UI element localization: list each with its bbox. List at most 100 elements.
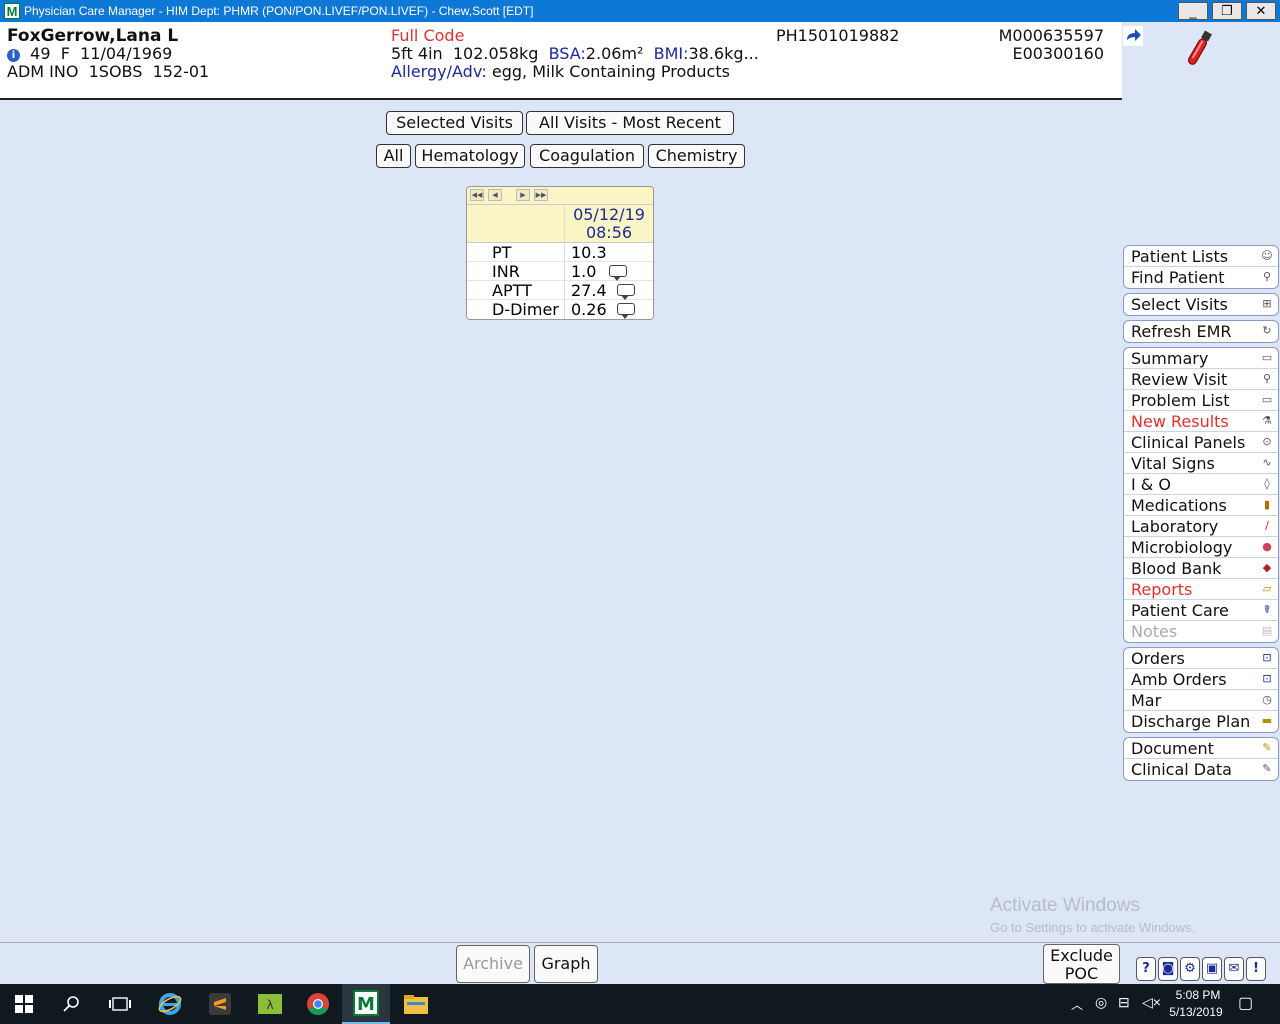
sidebar-item-discharge-plan[interactable]: Discharge Plan ▬: [1124, 711, 1278, 732]
petri-dish-icon: ●: [1262, 540, 1272, 553]
code-status: Full Code: [391, 26, 465, 45]
settings-icon[interactable]: ⚙: [1180, 957, 1200, 981]
sidebar-item-reports[interactable]: Reports ▱: [1124, 579, 1278, 600]
selected-visits-button[interactable]: Selected Visits: [386, 111, 523, 135]
close-button[interactable]: ✕: [1246, 2, 1276, 20]
help-button[interactable]: ?: [1136, 957, 1156, 981]
test-tube-icon: [1184, 28, 1214, 70]
patient-bmi: 38.6kg...: [688, 44, 759, 63]
patient-clinical: Full Code 5ft 4in 102.058kg BSA:2.06m² B…: [391, 27, 759, 81]
sidebar-item-clinical-panels[interactable]: Clinical Panels ⊙: [1124, 432, 1278, 453]
report-icon: ▱: [1262, 582, 1272, 595]
filter-chemistry-button[interactable]: Chemistry: [648, 144, 745, 168]
filter-coagulation-button[interactable]: Coagulation: [530, 144, 644, 168]
sidebar-item-notes[interactable]: Notes ▤: [1124, 621, 1278, 642]
lock-icon[interactable]: ▣: [1202, 957, 1222, 981]
sublime-text-icon[interactable]: [196, 984, 244, 1024]
patient-sex: F: [60, 44, 70, 63]
archive-button[interactable]: Archive: [456, 945, 530, 983]
sidebar-group-orders: Orders ⊡ Amb Orders ⊡ Mar ◷ Discharge Plan ▬: [1123, 647, 1279, 733]
message-icon[interactable]: ✉: [1224, 957, 1244, 981]
tray-sync-icon[interactable]: ◎: [1095, 994, 1107, 1011]
comment-icon[interactable]: [617, 303, 635, 319]
sidebar-item-orders[interactable]: Orders ⊡: [1124, 648, 1278, 669]
collection-time: 08:56: [585, 223, 633, 242]
person-icon: ☤: [1263, 603, 1271, 616]
app-logo-icon: M: [4, 3, 20, 19]
volume-muted-icon[interactable]: ◁×: [1142, 994, 1161, 1011]
test-value: 10.3: [571, 243, 607, 262]
sidebar-item-amb-orders[interactable]: Amb Orders ⊡: [1124, 669, 1278, 690]
last-page-icon[interactable]: ▶▶: [534, 189, 548, 201]
comment-icon[interactable]: [609, 265, 627, 281]
app-launcher-icon[interactable]: λ: [246, 984, 294, 1024]
exclude-poc-button[interactable]: Exclude POC: [1043, 944, 1120, 984]
sidebar-item-new-results[interactable]: New Results ⚗: [1124, 411, 1278, 432]
sidebar-item-summary[interactable]: Summary ▭: [1124, 348, 1278, 369]
sidebar-group-chart: Summary ▭ Review Visit ⚲ Problem List ▭ New…: [1123, 347, 1279, 643]
patient-ids: M000635597 E00300160: [999, 27, 1104, 63]
sidebar-item-mar[interactable]: Mar ◷: [1124, 690, 1278, 711]
table-row[interactable]: PT 10.3: [467, 243, 653, 262]
refresh-icon: ↻: [1262, 324, 1272, 337]
sidebar-item-medications[interactable]: Medications ▮: [1124, 495, 1278, 516]
sidebar-item-document[interactable]: Document ✎: [1124, 738, 1278, 759]
info-icon[interactable]: i: [7, 49, 20, 62]
pulse-icon: ∿: [1262, 456, 1272, 469]
tray-chevron-icon[interactable]: ︿: [1071, 996, 1083, 1013]
table-row[interactable]: INR 1.0: [467, 262, 653, 281]
table-row[interactable]: APTT 27.4: [467, 281, 653, 300]
folder-icon: ▭: [1261, 393, 1273, 406]
sidebar-item-microbiology[interactable]: Microbiology ●: [1124, 537, 1278, 558]
camera-icon[interactable]: ◙: [1158, 957, 1178, 981]
filter-hematology-button[interactable]: Hematology: [415, 144, 525, 168]
all-visits-most-recent-button[interactable]: All Visits - Most Recent: [526, 111, 734, 135]
sidebar-item-find-patient[interactable]: Find Patient ⚲: [1124, 267, 1278, 288]
network-icon[interactable]: ⊟: [1118, 994, 1130, 1011]
svg-text:λ: λ: [266, 998, 273, 1012]
start-icon[interactable]: [0, 984, 48, 1024]
file-explorer-icon[interactable]: [392, 984, 440, 1024]
taskbar-time[interactable]: 5:08 PM: [1170, 988, 1226, 1002]
filter-all-button[interactable]: All: [376, 144, 411, 168]
meditech-icon[interactable]: M: [342, 984, 390, 1024]
chrome-icon[interactable]: [294, 984, 342, 1024]
main-panel: Selected Visits All Visits - Most Recent…: [2, 102, 1120, 940]
patient-location: 1SOBS: [88, 62, 143, 81]
minimize-button[interactable]: _: [1178, 2, 1208, 20]
sidebar-item-clinical-data[interactable]: Clinical Data ✎: [1124, 759, 1278, 780]
amb-orders-icon: ⊡: [1262, 672, 1272, 685]
sidebar-item-problem-list[interactable]: Problem List ▭: [1124, 390, 1278, 411]
encounter-number: E00300160: [1012, 44, 1104, 63]
search-icon[interactable]: [48, 984, 96, 1024]
test-name: INR: [467, 262, 565, 281]
comment-icon[interactable]: [617, 284, 635, 300]
next-page-icon[interactable]: ▶: [516, 189, 530, 201]
internet-explorer-icon[interactable]: [146, 984, 194, 1024]
sidebar-item-select-visits[interactable]: Select Visits ⊞: [1124, 294, 1278, 315]
sidebar-group-documentation: Document ✎ Clinical Data ✎: [1123, 737, 1279, 781]
sidebar-item-vital-signs[interactable]: Vital Signs ∿: [1124, 453, 1278, 474]
prev-page-icon[interactable]: ◀: [488, 189, 502, 201]
restore-button[interactable]: ❐: [1212, 2, 1242, 20]
first-page-icon[interactable]: ◀◀: [470, 189, 484, 201]
graph-button[interactable]: Graph: [534, 945, 598, 983]
task-view-icon[interactable]: [96, 984, 144, 1024]
sidebar-item-i-and-o[interactable]: I & O ◊: [1124, 474, 1278, 495]
table-row[interactable]: D-Dimer 0.26: [467, 300, 653, 319]
patient-dob: 11/04/1969: [80, 44, 173, 63]
alert-button[interactable]: !: [1246, 957, 1266, 981]
sidebar-item-laboratory[interactable]: Laboratory ∕: [1124, 516, 1278, 537]
taskbar-date[interactable]: 5/13/2019: [1166, 1005, 1226, 1019]
sidebar-item-review-visit[interactable]: Review Visit ⚲: [1124, 369, 1278, 390]
forward-arrow-icon[interactable]: [1123, 26, 1145, 46]
sidebar-item-blood-bank[interactable]: Blood Bank ◆: [1124, 558, 1278, 579]
notifications-icon[interactable]: ▢: [1238, 993, 1253, 1013]
collection-datetime[interactable]: 05/12/19 08:56: [565, 205, 653, 242]
sidebar-item-patient-lists[interactable]: Patient Lists ☺: [1124, 246, 1278, 267]
sidebar-item-patient-care[interactable]: Patient Care ☤: [1124, 600, 1278, 621]
patient-weight: 102.058kg: [452, 44, 539, 63]
select-visits-icon: ⊞: [1262, 297, 1272, 310]
sidebar-item-refresh-emr[interactable]: Refresh EMR ↻: [1124, 321, 1278, 342]
account-number: PH1501019882: [776, 26, 900, 45]
